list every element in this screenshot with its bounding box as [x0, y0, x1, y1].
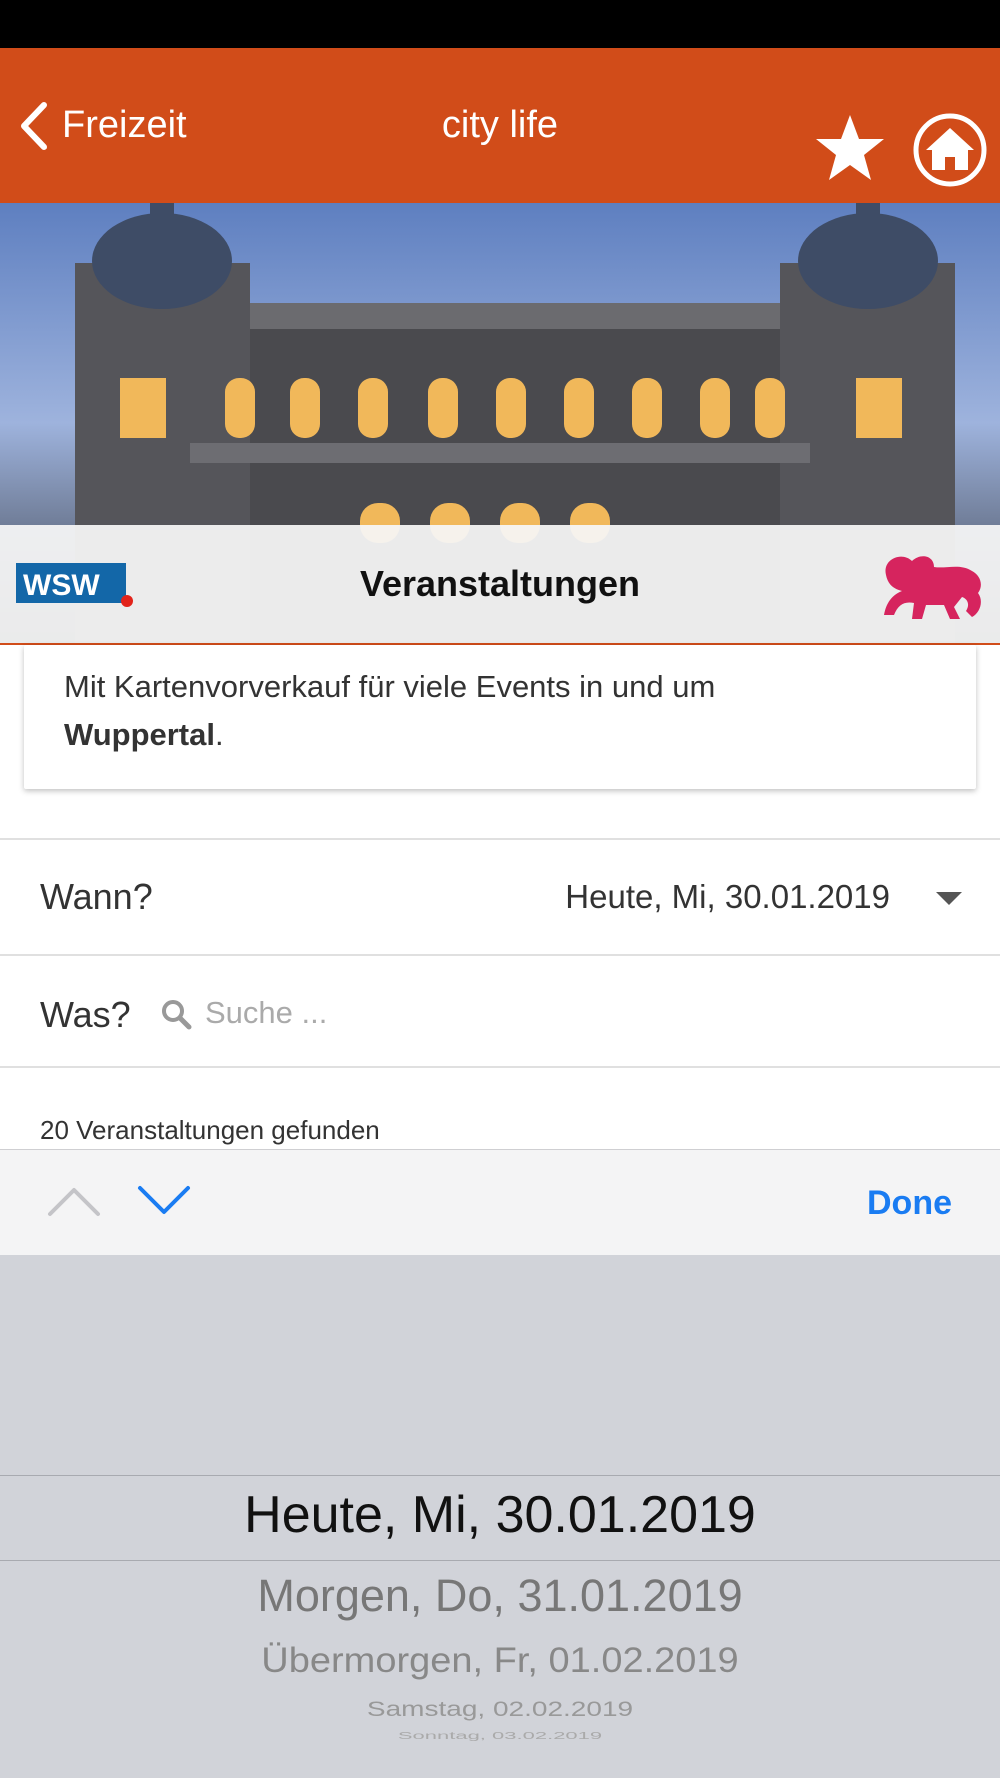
back-button[interactable]: Freizeit [18, 48, 187, 203]
when-value[interactable]: Heute, Mi, 30.01.2019 [565, 878, 890, 916]
date-picker[interactable]: Heute, Mi, 30.01.2019 Morgen, Do, 31.01.… [0, 1255, 1000, 1778]
picker-option[interactable]: Sonntag, 03.02.2019 [0, 1730, 1000, 1742]
chevron-down-icon[interactable] [136, 1184, 192, 1218]
home-icon[interactable] [912, 112, 988, 188]
intro-city: Wuppertal [64, 717, 215, 752]
intro-text: Mit Kartenvorverkauf für viele Events in… [64, 663, 934, 759]
section-title: Veranstaltungen [359, 563, 641, 604]
what-row: Was? [0, 954, 1000, 1068]
caret-down-icon[interactable] [936, 892, 962, 905]
nav-bar: Freizeit city life [0, 48, 1000, 203]
section-header: WSW Veranstaltungen [0, 525, 1000, 645]
chevron-up-icon[interactable] [46, 1184, 102, 1218]
back-label: Freizeit [62, 104, 187, 146]
results-count: 20 Veranstaltungen gefunden [40, 1115, 380, 1145]
search-input[interactable] [205, 988, 905, 1038]
done-button[interactable]: Done [867, 1150, 952, 1256]
when-row[interactable]: Wann? Heute, Mi, 30.01.2019 [0, 838, 1000, 954]
what-label: Was? [40, 994, 131, 1035]
star-icon[interactable] [814, 112, 886, 184]
keyboard-toolbar: Done [0, 1149, 1000, 1256]
back-chevron-icon [21, 101, 47, 150]
lion-logo [884, 556, 981, 619]
when-label: Wann? [40, 876, 153, 917]
picker-option[interactable]: Übermorgen, Fr, 01.02.2019 [0, 1642, 1000, 1682]
picker-option[interactable]: Morgen, Do, 31.01.2019 [0, 1570, 1000, 1622]
intro-card: Mit Kartenvorverkauf für viele Events in… [24, 645, 976, 789]
intro-line: Mit Kartenvorverkauf für viele Events in… [64, 669, 716, 704]
intro-trailing: . [215, 717, 224, 752]
status-bar [0, 0, 1000, 48]
picker-option[interactable]: Samstag, 02.02.2019 [0, 1697, 1000, 1721]
search-icon [162, 1000, 192, 1030]
picker-option-selected[interactable]: Heute, Mi, 30.01.2019 [0, 1485, 1000, 1545]
